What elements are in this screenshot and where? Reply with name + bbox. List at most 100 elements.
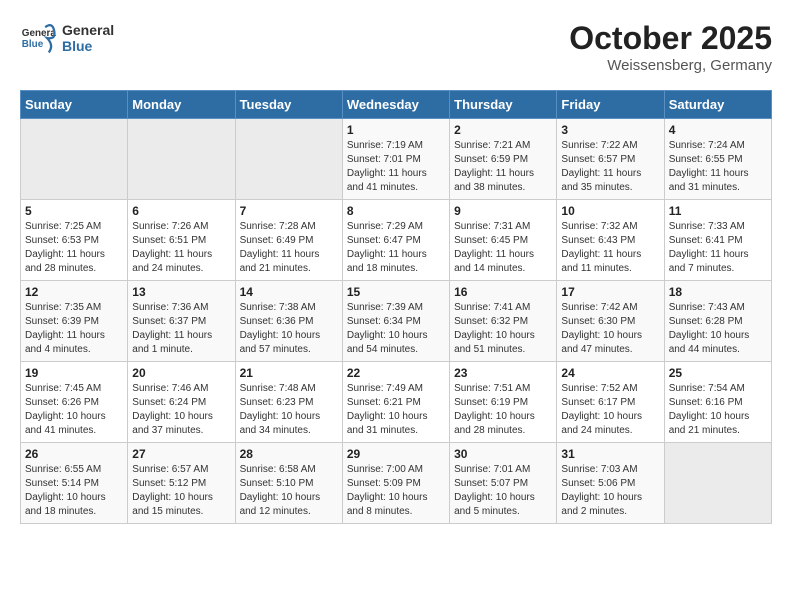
calendar-day-cell: 12 Sunrise: 7:35 AM Sunset: 6:39 PM Dayli… bbox=[21, 281, 128, 362]
logo-wordmark: General Blue bbox=[62, 22, 114, 54]
day-info: Sunrise: 7:32 AM Sunset: 6:43 PM Dayligh… bbox=[561, 220, 659, 276]
day-info: Sunrise: 7:49 AM Sunset: 6:21 PM Dayligh… bbox=[347, 382, 445, 438]
calendar-day-cell: 1 Sunrise: 7:19 AM Sunset: 7:01 PM Daylig… bbox=[342, 119, 449, 200]
weekday-header: Friday bbox=[557, 91, 664, 119]
calendar-day-cell: 26 Sunrise: 6:55 AM Sunset: 5:14 PM Dayli… bbox=[21, 443, 128, 524]
day-info: Sunrise: 7:46 AM Sunset: 6:24 PM Dayligh… bbox=[132, 382, 230, 438]
calendar-day-cell: 27 Sunrise: 6:57 AM Sunset: 5:12 PM Dayli… bbox=[128, 443, 235, 524]
day-number: 9 bbox=[454, 204, 552, 218]
calendar-day-cell: 11 Sunrise: 7:33 AM Sunset: 6:41 PM Dayli… bbox=[664, 200, 771, 281]
day-info: Sunrise: 7:39 AM Sunset: 6:34 PM Dayligh… bbox=[347, 301, 445, 357]
day-number: 21 bbox=[240, 366, 338, 380]
day-number: 7 bbox=[240, 204, 338, 218]
day-number: 26 bbox=[25, 447, 123, 461]
calendar-day-cell: 29 Sunrise: 7:00 AM Sunset: 5:09 PM Dayli… bbox=[342, 443, 449, 524]
day-number: 19 bbox=[25, 366, 123, 380]
day-info: Sunrise: 7:33 AM Sunset: 6:41 PM Dayligh… bbox=[669, 220, 767, 276]
day-number: 13 bbox=[132, 285, 230, 299]
logo-line1: General bbox=[62, 22, 114, 38]
calendar-day-cell bbox=[128, 119, 235, 200]
calendar-day-cell: 21Sunrise: 7:48 AM Sunset: 6:23 PM Dayli… bbox=[235, 362, 342, 443]
calendar-day-cell: 14Sunrise: 7:38 AM Sunset: 6:36 PM Dayli… bbox=[235, 281, 342, 362]
calendar-table: SundayMondayTuesdayWednesdayThursdayFrid… bbox=[20, 90, 772, 524]
day-info: Sunrise: 7:51 AM Sunset: 6:19 PM Dayligh… bbox=[454, 382, 552, 438]
calendar-day-cell: 8 Sunrise: 7:29 AM Sunset: 6:47 PM Daylig… bbox=[342, 200, 449, 281]
day-number: 27 bbox=[132, 447, 230, 461]
calendar-day-cell: 19Sunrise: 7:45 AM Sunset: 6:26 PM Dayli… bbox=[21, 362, 128, 443]
weekday-header: Saturday bbox=[664, 91, 771, 119]
calendar-day-cell bbox=[235, 119, 342, 200]
calendar-day-cell: 16Sunrise: 7:41 AM Sunset: 6:32 PM Dayli… bbox=[450, 281, 557, 362]
calendar-day-cell: 31 Sunrise: 7:03 AM Sunset: 5:06 PM Dayli… bbox=[557, 443, 664, 524]
day-number: 31 bbox=[561, 447, 659, 461]
day-number: 1 bbox=[347, 123, 445, 137]
calendar-week-row: 5 Sunrise: 7:25 AM Sunset: 6:53 PM Daylig… bbox=[21, 200, 772, 281]
day-number: 15 bbox=[347, 285, 445, 299]
weekday-header: Monday bbox=[128, 91, 235, 119]
calendar-day-cell: 3 Sunrise: 7:22 AM Sunset: 6:57 PM Daylig… bbox=[557, 119, 664, 200]
day-info: Sunrise: 7:19 AM Sunset: 7:01 PM Dayligh… bbox=[347, 139, 445, 195]
day-number: 20 bbox=[132, 366, 230, 380]
day-number: 8 bbox=[347, 204, 445, 218]
day-info: Sunrise: 7:21 AM Sunset: 6:59 PM Dayligh… bbox=[454, 139, 552, 195]
page-header: General Blue General Blue October 2025 W… bbox=[20, 20, 772, 74]
calendar-day-cell: 7 Sunrise: 7:28 AM Sunset: 6:49 PM Daylig… bbox=[235, 200, 342, 281]
calendar-day-cell: 5 Sunrise: 7:25 AM Sunset: 6:53 PM Daylig… bbox=[21, 200, 128, 281]
calendar-day-cell: 23Sunrise: 7:51 AM Sunset: 6:19 PM Dayli… bbox=[450, 362, 557, 443]
calendar-day-cell: 17 Sunrise: 7:42 AM Sunset: 6:30 PM Dayli… bbox=[557, 281, 664, 362]
calendar-day-cell: 22Sunrise: 7:49 AM Sunset: 6:21 PM Dayli… bbox=[342, 362, 449, 443]
day-info: Sunrise: 7:29 AM Sunset: 6:47 PM Dayligh… bbox=[347, 220, 445, 276]
day-info: Sunrise: 7:00 AM Sunset: 5:09 PM Dayligh… bbox=[347, 463, 445, 519]
day-number: 18 bbox=[669, 285, 767, 299]
month-title: October 2025 bbox=[569, 20, 772, 57]
day-number: 11 bbox=[669, 204, 767, 218]
day-number: 24 bbox=[561, 366, 659, 380]
day-info: Sunrise: 7:28 AM Sunset: 6:49 PM Dayligh… bbox=[240, 220, 338, 276]
day-info: Sunrise: 7:35 AM Sunset: 6:39 PM Dayligh… bbox=[25, 301, 123, 357]
day-number: 3 bbox=[561, 123, 659, 137]
day-info: Sunrise: 7:22 AM Sunset: 6:57 PM Dayligh… bbox=[561, 139, 659, 195]
weekday-header: Tuesday bbox=[235, 91, 342, 119]
day-info: Sunrise: 6:55 AM Sunset: 5:14 PM Dayligh… bbox=[25, 463, 123, 519]
calendar-day-cell: 6 Sunrise: 7:26 AM Sunset: 6:51 PM Daylig… bbox=[128, 200, 235, 281]
day-info: Sunrise: 7:01 AM Sunset: 5:07 PM Dayligh… bbox=[454, 463, 552, 519]
day-info: Sunrise: 7:25 AM Sunset: 6:53 PM Dayligh… bbox=[25, 220, 123, 276]
day-number: 12 bbox=[25, 285, 123, 299]
title-block: October 2025 Weissensberg, Germany bbox=[569, 20, 772, 74]
day-number: 28 bbox=[240, 447, 338, 461]
logo-icon: General Blue bbox=[20, 20, 56, 56]
day-info: Sunrise: 7:03 AM Sunset: 5:06 PM Dayligh… bbox=[561, 463, 659, 519]
day-info: Sunrise: 7:42 AM Sunset: 6:30 PM Dayligh… bbox=[561, 301, 659, 357]
day-number: 10 bbox=[561, 204, 659, 218]
calendar-day-cell: 24 Sunrise: 7:52 AM Sunset: 6:17 PM Dayli… bbox=[557, 362, 664, 443]
day-number: 2 bbox=[454, 123, 552, 137]
day-info: Sunrise: 7:24 AM Sunset: 6:55 PM Dayligh… bbox=[669, 139, 767, 195]
day-number: 30 bbox=[454, 447, 552, 461]
location: Weissensberg, Germany bbox=[569, 57, 772, 74]
logo-line2: Blue bbox=[62, 38, 114, 54]
calendar-day-cell: 18 Sunrise: 7:43 AM Sunset: 6:28 PM Dayli… bbox=[664, 281, 771, 362]
calendar-week-row: 19Sunrise: 7:45 AM Sunset: 6:26 PM Dayli… bbox=[21, 362, 772, 443]
calendar-week-row: 1 Sunrise: 7:19 AM Sunset: 7:01 PM Daylig… bbox=[21, 119, 772, 200]
calendar-day-cell: 30 Sunrise: 7:01 AM Sunset: 5:07 PM Dayli… bbox=[450, 443, 557, 524]
calendar-day-cell: 9Sunrise: 7:31 AM Sunset: 6:45 PM Daylig… bbox=[450, 200, 557, 281]
calendar-day-cell bbox=[664, 443, 771, 524]
day-number: 25 bbox=[669, 366, 767, 380]
weekday-header: Thursday bbox=[450, 91, 557, 119]
day-number: 29 bbox=[347, 447, 445, 461]
day-info: Sunrise: 7:43 AM Sunset: 6:28 PM Dayligh… bbox=[669, 301, 767, 357]
calendar-day-cell: 2 Sunrise: 7:21 AM Sunset: 6:59 PM Daylig… bbox=[450, 119, 557, 200]
day-info: Sunrise: 7:52 AM Sunset: 6:17 PM Dayligh… bbox=[561, 382, 659, 438]
day-info: Sunrise: 7:26 AM Sunset: 6:51 PM Dayligh… bbox=[132, 220, 230, 276]
calendar-week-row: 26 Sunrise: 6:55 AM Sunset: 5:14 PM Dayli… bbox=[21, 443, 772, 524]
calendar-day-cell: 4 Sunrise: 7:24 AM Sunset: 6:55 PM Daylig… bbox=[664, 119, 771, 200]
day-number: 5 bbox=[25, 204, 123, 218]
day-number: 4 bbox=[669, 123, 767, 137]
day-info: Sunrise: 7:41 AM Sunset: 6:32 PM Dayligh… bbox=[454, 301, 552, 357]
day-info: Sunrise: 7:38 AM Sunset: 6:36 PM Dayligh… bbox=[240, 301, 338, 357]
day-info: Sunrise: 6:57 AM Sunset: 5:12 PM Dayligh… bbox=[132, 463, 230, 519]
day-number: 6 bbox=[132, 204, 230, 218]
calendar-week-row: 12 Sunrise: 7:35 AM Sunset: 6:39 PM Dayli… bbox=[21, 281, 772, 362]
logo: General Blue General Blue bbox=[20, 20, 114, 56]
day-number: 17 bbox=[561, 285, 659, 299]
